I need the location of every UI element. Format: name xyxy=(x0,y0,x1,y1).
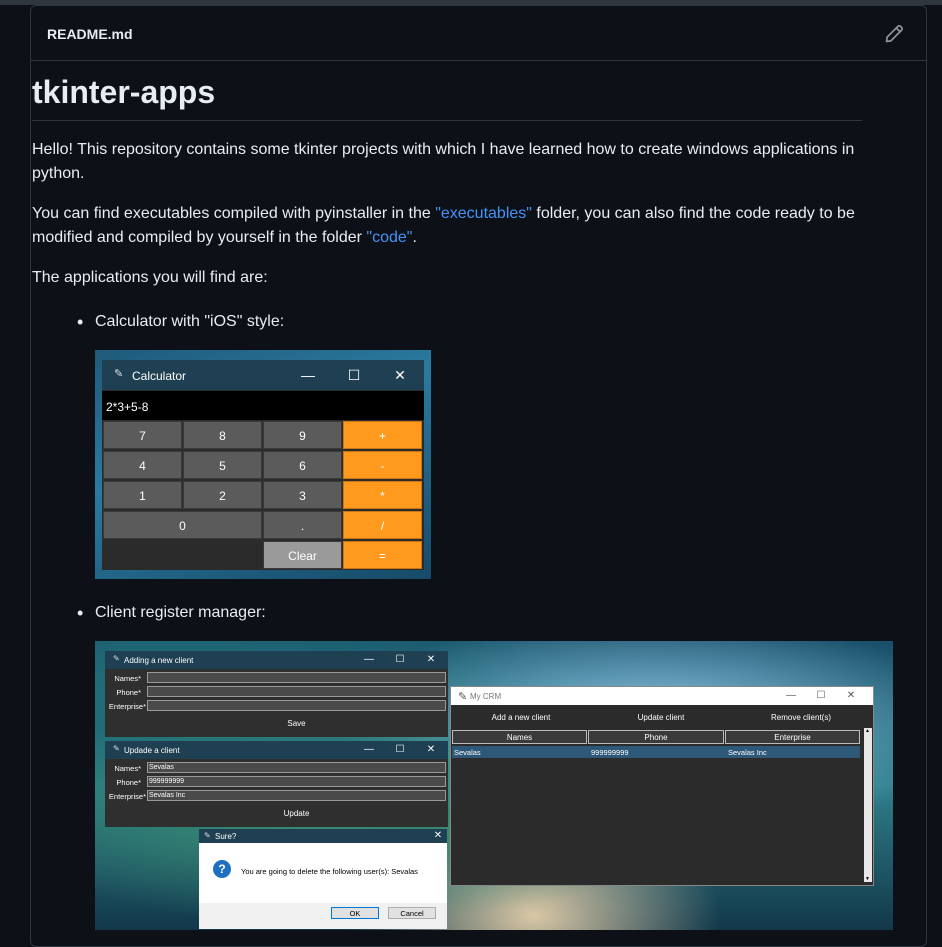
add-client-button[interactable]: Add a new client xyxy=(451,713,591,722)
pencil-icon[interactable] xyxy=(884,24,904,44)
table-row[interactable] xyxy=(452,746,860,758)
readme-article: tkinter-apps Hello! This repository cont… xyxy=(32,70,862,290)
feather-icon: ✎ xyxy=(458,691,468,703)
update-client-title: Updade a client xyxy=(124,746,180,755)
key-5[interactable]: 5 xyxy=(183,451,262,479)
add-client-titlebar: ✎ Adding a new client — ☐ ✕ xyxy=(105,651,448,669)
minimize-button[interactable]: — xyxy=(362,743,376,757)
crm-titlebar: ✎ My CRM — ☐ ✕ xyxy=(451,687,873,705)
dialog-title: Sure? xyxy=(215,832,237,841)
save-button[interactable]: Save xyxy=(147,719,446,728)
names-label: Names* xyxy=(114,674,141,683)
executables-link[interactable]: "executables" xyxy=(435,205,532,222)
names-label: Names* xyxy=(114,764,141,773)
key-decimal[interactable]: . xyxy=(263,511,342,539)
close-button[interactable]: ✕ xyxy=(390,365,410,385)
column-header-names[interactable]: Names xyxy=(452,730,587,744)
calculator-window: ✎ Calculator — ☐ ✕ 2*3+5-8 7 8 9 + 4 5 6… xyxy=(102,360,424,570)
calculator-screenshot: ✎ Calculator — ☐ ✕ 2*3+5-8 7 8 9 + 4 5 6… xyxy=(95,350,431,579)
enterprise-label: Enterprise* xyxy=(108,792,146,801)
readme-file-title: README.md xyxy=(47,26,133,42)
maximize-button[interactable]: ☐ xyxy=(393,653,407,667)
key-multiply[interactable]: * xyxy=(343,481,422,509)
update-client-titlebar: ✎ Updade a client — ☐ ✕ xyxy=(105,741,448,759)
names-input[interactable] xyxy=(147,672,446,683)
update-client-window: ✎ Updade a client — ☐ ✕ Names* Phone* En… xyxy=(105,741,448,827)
minimize-button[interactable]: — xyxy=(362,653,376,667)
key-equals[interactable]: = xyxy=(343,541,422,569)
close-button[interactable]: ✕ xyxy=(431,829,445,843)
key-clear[interactable]: Clear xyxy=(263,541,342,569)
key-6[interactable]: 6 xyxy=(263,451,342,479)
phone-label: Phone* xyxy=(116,688,141,697)
readme-header: README.md xyxy=(31,6,926,61)
enterprise-input[interactable]: Sevalas Inc xyxy=(147,790,446,801)
cell-enterprise: Sevalas Inc xyxy=(728,748,767,757)
calculator-titlebar: ✎ Calculator — ☐ ✕ xyxy=(102,360,424,390)
key-7[interactable]: 7 xyxy=(103,421,182,449)
close-button[interactable]: ✕ xyxy=(424,653,438,667)
key-1[interactable]: 1 xyxy=(103,481,182,509)
intro-paragraph: Hello! This repository contains some tki… xyxy=(32,141,855,182)
executables-paragraph: You can find executables compiled with p… xyxy=(32,202,862,250)
names-input[interactable]: Sevalas xyxy=(147,762,446,773)
add-client-title: Adding a new client xyxy=(124,656,194,665)
phone-label: Phone* xyxy=(116,778,141,787)
feather-icon: ✎ xyxy=(113,654,120,663)
dialog-message: You are going to delete the following us… xyxy=(241,867,418,876)
paragraph-text: . xyxy=(412,229,417,246)
paragraph-text: You can find executables compiled with p… xyxy=(32,205,436,222)
add-client-window: ✎ Adding a new client — ☐ ✕ Names* Phone… xyxy=(105,651,448,737)
calculator-display: 2*3+5-8 xyxy=(102,391,424,420)
maximize-button[interactable]: ☐ xyxy=(814,689,828,703)
code-link[interactable]: "code" xyxy=(366,229,412,246)
crm-main-window: ✎ My CRM — ☐ ✕ Add a new client Update c… xyxy=(450,686,874,886)
enterprise-input[interactable] xyxy=(147,700,446,711)
column-header-enterprise[interactable]: Enterprise xyxy=(725,730,860,744)
key-4[interactable]: 4 xyxy=(103,451,182,479)
crm-screenshot: ✎ Adding a new client — ☐ ✕ Names* Phone… xyxy=(95,641,893,930)
calculator-title: Calculator xyxy=(132,369,187,383)
minimize-button[interactable]: — xyxy=(298,365,318,385)
feather-icon: ✎ xyxy=(114,368,124,380)
update-client-button[interactable]: Update client xyxy=(591,713,731,722)
empty-cell xyxy=(103,541,262,569)
minimize-button[interactable]: — xyxy=(784,689,798,703)
cell-phone: 999999999 xyxy=(591,748,629,757)
close-button[interactable]: ✕ xyxy=(844,689,858,703)
display-value: 2*3+5-8 xyxy=(106,400,149,414)
dialog-titlebar: ✎ Sure? ✕ xyxy=(199,829,447,843)
key-9[interactable]: 9 xyxy=(263,421,342,449)
confirm-dialog: ✎ Sure? ✕ ? You are going to delete the … xyxy=(199,829,447,929)
feather-icon: ✎ xyxy=(204,831,211,840)
list-item-calculator: Calculator with "iOS" style: xyxy=(77,312,284,333)
key-plus[interactable]: + xyxy=(343,421,422,449)
column-header-phone[interactable]: Phone xyxy=(588,730,724,744)
enterprise-label: Enterprise* xyxy=(108,702,146,711)
vertical-scrollbar[interactable] xyxy=(864,728,872,882)
key-3[interactable]: 3 xyxy=(263,481,342,509)
maximize-button[interactable]: ☐ xyxy=(344,365,364,385)
cell-names: Sevalas xyxy=(454,748,481,757)
key-divide[interactable]: / xyxy=(343,511,422,539)
key-8[interactable]: 8 xyxy=(183,421,262,449)
ok-button[interactable]: OK xyxy=(331,907,379,919)
phone-input[interactable] xyxy=(147,686,446,697)
apps-intro-paragraph: The applications you will find are: xyxy=(32,269,268,286)
update-button[interactable]: Update xyxy=(147,809,446,818)
remove-client-button[interactable]: Remove client(s) xyxy=(731,713,871,722)
maximize-button[interactable]: ☐ xyxy=(393,743,407,757)
key-0[interactable]: 0 xyxy=(103,511,262,539)
crm-title: My CRM xyxy=(470,692,502,701)
list-item-crm: Client register manager: xyxy=(77,603,266,624)
close-button[interactable]: ✕ xyxy=(424,743,438,757)
phone-input[interactable]: 999999999 xyxy=(147,776,446,787)
dialog-body: ? You are going to delete the following … xyxy=(199,843,447,903)
cancel-button[interactable]: Cancel xyxy=(388,907,436,919)
feather-icon: ✎ xyxy=(113,744,120,753)
key-minus[interactable]: - xyxy=(343,451,422,479)
key-2[interactable]: 2 xyxy=(183,481,262,509)
page-title: tkinter-apps xyxy=(32,70,862,121)
question-icon: ? xyxy=(213,860,231,878)
